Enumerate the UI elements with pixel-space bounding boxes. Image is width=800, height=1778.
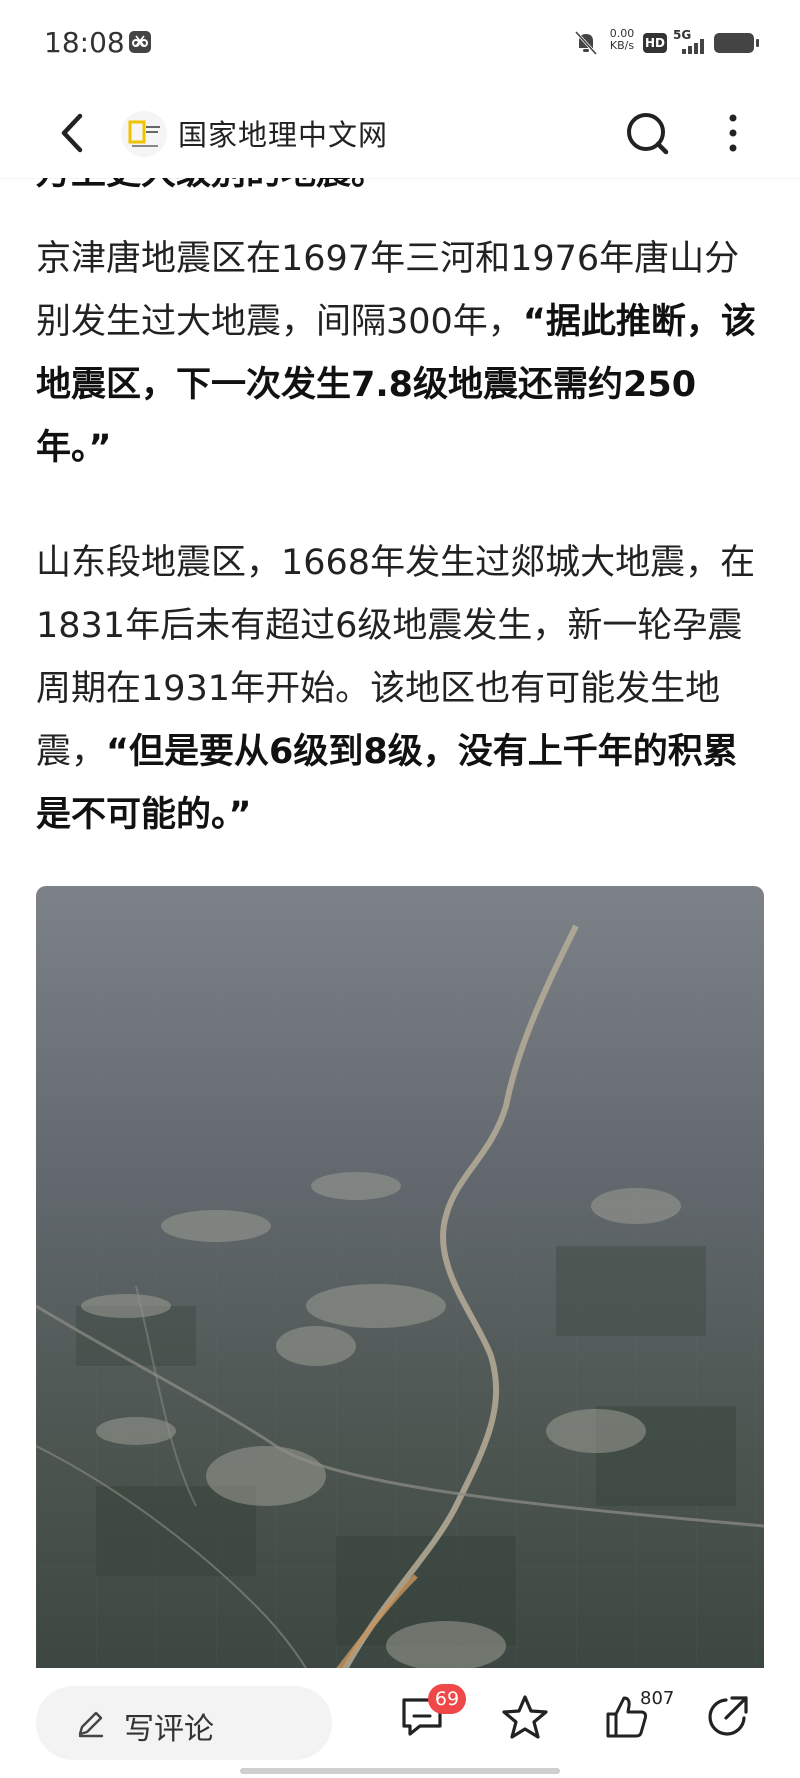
- site-title[interactable]: 国家地理中文网: [178, 112, 388, 154]
- aerial-photo-graphic: [36, 886, 764, 1686]
- top-nav-bar: 国家地理中文网: [0, 88, 800, 178]
- net-speed-unit: KB/s: [609, 39, 635, 52]
- status-bar: 18:08 0.00 KB/s HD 5G: [0, 0, 800, 88]
- star-icon[interactable]: [500, 1692, 550, 1742]
- search-icon[interactable]: [620, 106, 676, 162]
- signal-icon: [682, 39, 704, 54]
- battery-icon: [714, 33, 759, 53]
- comment-count-badge: 69: [428, 1684, 466, 1714]
- more-vertical-icon[interactable]: [718, 106, 748, 162]
- mute-bell-icon: [574, 30, 598, 56]
- like-count: 807: [640, 1688, 675, 1709]
- share-icon[interactable]: [704, 1692, 752, 1740]
- bottom-action-bar: 写评论 69 807: [0, 1668, 800, 1778]
- article-body: 万上更大级别的地震。 京津唐地震区在1697年三河和1976年唐山分别发生过大地…: [36, 150, 766, 899]
- net-speed: 0.00 KB/s: [604, 28, 640, 52]
- back-arrow-icon[interactable]: [52, 108, 92, 158]
- hd-badge: HD: [643, 33, 667, 53]
- home-indicator[interactable]: [240, 1768, 560, 1774]
- national-geographic-logo: [121, 111, 167, 157]
- status-time: 18:08: [44, 26, 125, 59]
- write-comment-label: 写评论: [124, 1712, 214, 1747]
- aerial-photo[interactable]: [36, 886, 764, 1686]
- paragraph-shandong: 山东段地震区，1668年发生过郯城大地震，在1831年后未有超过6级地震发生，新…: [36, 532, 766, 847]
- screenshot-app-icon: [129, 31, 151, 53]
- paragraph-2-quote: “但是要从6级到8级，没有上千年的积累是不可能的。”: [36, 732, 738, 835]
- write-comment-button[interactable]: 写评论: [36, 1686, 332, 1760]
- paragraph-jingjintang: 京津唐地震区在1697年三河和1976年唐山分别发生过大地震，间隔300年，“据…: [36, 228, 766, 480]
- pencil-icon: [78, 1711, 104, 1738]
